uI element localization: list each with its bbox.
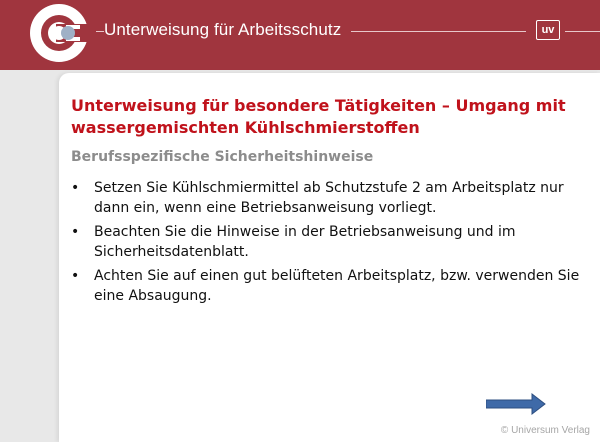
list-item-text: Achten Sie auf einen gut belüfteten Arbe…	[94, 268, 580, 304]
uv-logo-badge: uv	[536, 20, 560, 40]
slide-subtitle: Berufsspezifische Sicherheitshinweise	[71, 149, 374, 165]
bullet-icon: •	[71, 224, 80, 240]
header-bar: Unterweisung für Arbeitsschutz uv	[0, 0, 600, 70]
arrow-right-icon[interactable]	[486, 393, 546, 415]
slide-content: Unterweisung für besondere Tätigkeiten –…	[59, 73, 600, 442]
copyright-text: © Universum Verlag	[500, 425, 590, 436]
list-item-text: Setzen Sie Kühlschmiermittel ab Schutzst…	[94, 180, 564, 216]
header-divider-right	[565, 31, 600, 32]
bullet-list: • Setzen Sie Kühlschmiermittel ab Schutz…	[71, 178, 586, 310]
list-item-text: Beachten Sie die Hinweise in der Betrieb…	[94, 224, 516, 260]
list-item: • Beachten Sie die Hinweise in der Betri…	[71, 222, 586, 262]
list-item: • Achten Sie auf einen gut belüfteten Ar…	[71, 266, 586, 306]
app-title: Unterweisung für Arbeitsschutz	[104, 20, 352, 40]
logo-icon	[30, 4, 90, 62]
bullet-icon: •	[71, 268, 80, 284]
bullet-icon: •	[71, 180, 80, 196]
list-item: • Setzen Sie Kühlschmiermittel ab Schutz…	[71, 178, 586, 218]
slide-title: Unterweisung für besondere Tätigkeiten –…	[71, 96, 566, 137]
